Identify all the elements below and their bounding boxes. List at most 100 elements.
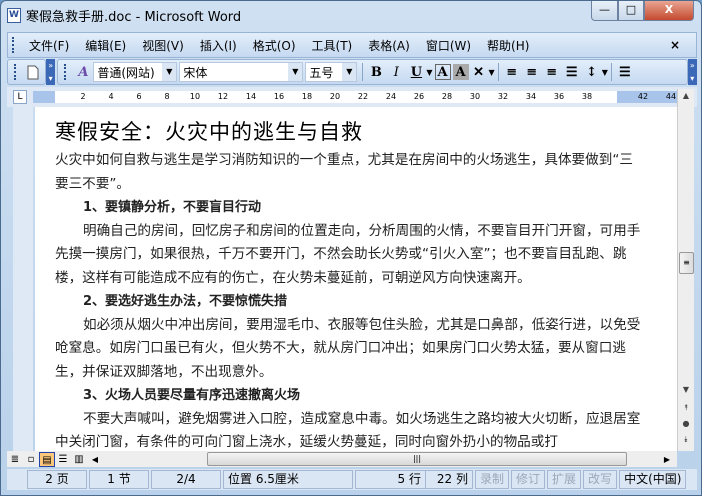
horizontal-scrollbar[interactable]: ≣ ▫ ▤ ☰ ▥ ◀ ||| ▶ <box>7 451 677 467</box>
toolbar-options-chevron-icon[interactable]: » ▾ <box>46 59 56 85</box>
style-value: 普通(网站) <box>97 65 155 80</box>
status-bar: 2 页 1 节 2/4 位置 6.5厘米 5 行 22 列 录制 修订 扩展 改… <box>7 469 697 490</box>
section-heading: 1、要镇静分析，不要盲目行动 <box>83 200 262 215</box>
select-browse-object-icon[interactable]: ● <box>678 419 694 428</box>
ruler-tick-label: 22 <box>357 92 369 101</box>
tab-selector[interactable]: L <box>13 90 27 104</box>
toolbar-options-chevron-icon[interactable]: » ▾ <box>687 59 697 85</box>
underline-button[interactable]: U <box>406 62 426 82</box>
ruler-bar[interactable]: 2 4 6 8 10 12 14 16 18 20 22 24 26 28 30 32 34 36 38 42 44 <box>33 91 693 103</box>
ruler-tick-label: 10 <box>189 92 201 101</box>
scroll-down-icon[interactable]: ▼ <box>678 385 694 394</box>
paragraph: 如必须从烟火中冲出房间，要用湿毛巾、衣服等包住头脸，尤其是口鼻部，低姿行进，以免… <box>55 316 641 380</box>
formatting-toolbar: A 普通(网站) ▼ 宋体 ▼ 五号 ▼ B I U ▼ A A ✕ ▼ ≡ ≡ ≡ … <box>57 59 688 85</box>
chevron-down-icon[interactable]: ▼ <box>489 68 495 77</box>
new-document-icon[interactable] <box>23 62 43 82</box>
status-overtype[interactable]: 改写 <box>583 470 618 489</box>
menu-file[interactable]: 文件(F) <box>21 37 77 54</box>
print-layout-icon[interactable]: ▤ <box>39 451 55 467</box>
ruler-tick-label: 8 <box>164 92 170 101</box>
line-spacing-icon[interactable]: ↕ <box>582 62 602 82</box>
close-button[interactable]: X <box>644 1 694 21</box>
font-select[interactable]: 宋体 ▼ <box>179 62 304 82</box>
styles-formatting-icon[interactable]: A <box>73 62 93 82</box>
ruler-tick-label: 16 <box>273 92 285 101</box>
justify-icon[interactable]: ≡ <box>502 62 522 82</box>
align-right-icon[interactable]: ≡ <box>542 62 562 82</box>
numbering-icon[interactable]: ☰ <box>615 62 635 82</box>
web-layout-icon[interactable]: ▫ <box>23 452 39 467</box>
document-page[interactable]: 寒假安全：火灾中的逃生与自救 火灾中如何自救与逃生是学习消防知识的一个重点，尤其… <box>35 107 677 451</box>
menu-help[interactable]: 帮助(H) <box>479 37 537 54</box>
menu-format[interactable]: 格式(O) <box>245 37 304 54</box>
status-track-changes[interactable]: 修订 <box>511 470 546 489</box>
section-heading: 2、要选好逃生办法，不要惊慌失措 <box>83 294 288 309</box>
italic-button[interactable]: I <box>386 62 406 82</box>
ruler-tick-label: 20 <box>329 92 341 101</box>
ruler-tick-label: 6 <box>136 92 142 101</box>
bold-button[interactable]: B <box>366 62 386 82</box>
next-page-icon[interactable]: ⯯ <box>678 435 694 445</box>
word-window: W 寒假急救手册.doc - Microsoft Word — □ X 文件(F… <box>0 0 702 496</box>
close-document-button[interactable]: × <box>662 38 688 52</box>
ruler-tick-label: 14 <box>245 92 257 101</box>
previous-page-icon[interactable]: ⯭ <box>678 403 694 413</box>
status-extend[interactable]: 扩展 <box>547 470 582 489</box>
minimize-button[interactable]: — <box>591 1 618 21</box>
chevron-down-icon[interactable]: ▼ <box>342 63 357 81</box>
chevron-down-icon[interactable]: ▼ <box>162 63 177 81</box>
document-title: 寒假安全：火灾中的逃生与自救 <box>55 120 363 144</box>
underline-dropdown-icon[interactable]: ▼ <box>426 68 432 77</box>
menu-edit[interactable]: 编辑(E) <box>77 37 134 54</box>
ruler-tick-label: 42 <box>637 92 649 101</box>
separator <box>610 63 612 81</box>
vertical-scrollbar[interactable]: ▲ ≡ ▼ ⯭ ● ⯯ <box>677 89 694 451</box>
menu-view[interactable]: 视图(V) <box>134 37 192 54</box>
ruler-tick-label: 36 <box>553 92 565 101</box>
standard-toolbar <box>7 59 46 85</box>
scroll-thumb[interactable]: ≡ <box>679 252 694 274</box>
font-size-select[interactable]: 五号 ▼ <box>305 62 358 82</box>
style-select[interactable]: 普通(网站) ▼ <box>93 62 178 82</box>
char-border-button[interactable]: A <box>434 64 451 80</box>
ruler-tick-label: 24 <box>385 92 397 101</box>
scroll-right-icon[interactable]: ▶ <box>659 452 675 467</box>
ruler-tick-label: 18 <box>301 92 313 101</box>
toolbar-grip[interactable] <box>64 64 67 80</box>
menu-tools[interactable]: 工具(T) <box>304 37 361 54</box>
reading-layout-icon[interactable]: ▥ <box>71 452 87 467</box>
ruler-tick-label: 30 <box>469 92 481 101</box>
scroll-up-icon[interactable]: ▲ <box>678 91 694 100</box>
status-section: 1 节 <box>89 470 149 489</box>
distributed-align-icon[interactable]: ☰ <box>562 62 582 82</box>
status-position: 位置 6.5厘米 <box>223 470 353 489</box>
horizontal-ruler[interactable]: L 2 4 6 8 10 12 14 16 18 20 22 24 26 28 30 32 34 36 38 42 44 <box>7 87 697 107</box>
toolbar: » ▾ A 普通(网站) ▼ 宋体 ▼ 五号 ▼ B I U ▼ A A ✕ ▼ ≡ ≡… <box>7 58 697 86</box>
normal-view-icon[interactable]: ≣ <box>7 452 23 467</box>
ruler-tick-label: 26 <box>413 92 425 101</box>
scroll-thumb[interactable]: ||| <box>207 452 627 466</box>
align-center-icon[interactable]: ≡ <box>522 62 542 82</box>
scroll-left-icon[interactable]: ◀ <box>87 452 103 467</box>
chevron-down-icon[interactable]: ▼ <box>288 63 303 81</box>
paragraph: 不要大声喊叫，避免烟雾进入口腔，造成窒息中毒。如火场逃生之路均被大火切断，应退居… <box>55 410 641 451</box>
vertical-ruler[interactable] <box>13 107 33 451</box>
window-title: 寒假急救手册.doc - Microsoft Word <box>26 10 242 25</box>
menu-bar: 文件(F) 编辑(E) 视图(V) 插入(I) 格式(O) 工具(T) 表格(A… <box>7 32 697 58</box>
menu-window[interactable]: 窗口(W) <box>418 37 479 54</box>
ruler-tick-label: 2 <box>80 92 86 101</box>
char-shading-button[interactable]: A <box>452 64 469 80</box>
status-record[interactable]: 录制 <box>475 470 510 489</box>
char-scaling-icon[interactable]: ✕ <box>469 62 489 82</box>
toolbar-grip[interactable] <box>14 64 17 80</box>
ruler-tick-label: 32 <box>497 92 509 101</box>
status-language[interactable]: 中文(中国) <box>619 470 687 489</box>
chevron-down-icon[interactable]: ▼ <box>602 68 608 77</box>
status-pages: 2/4 <box>151 470 221 489</box>
toolbar-grip[interactable] <box>12 37 15 53</box>
maximize-button[interactable]: □ <box>618 1 644 21</box>
menu-table[interactable]: 表格(A) <box>360 37 418 54</box>
ruler-tick-label: 38 <box>581 92 593 101</box>
outline-view-icon[interactable]: ☰ <box>55 452 71 467</box>
menu-insert[interactable]: 插入(I) <box>192 37 245 54</box>
